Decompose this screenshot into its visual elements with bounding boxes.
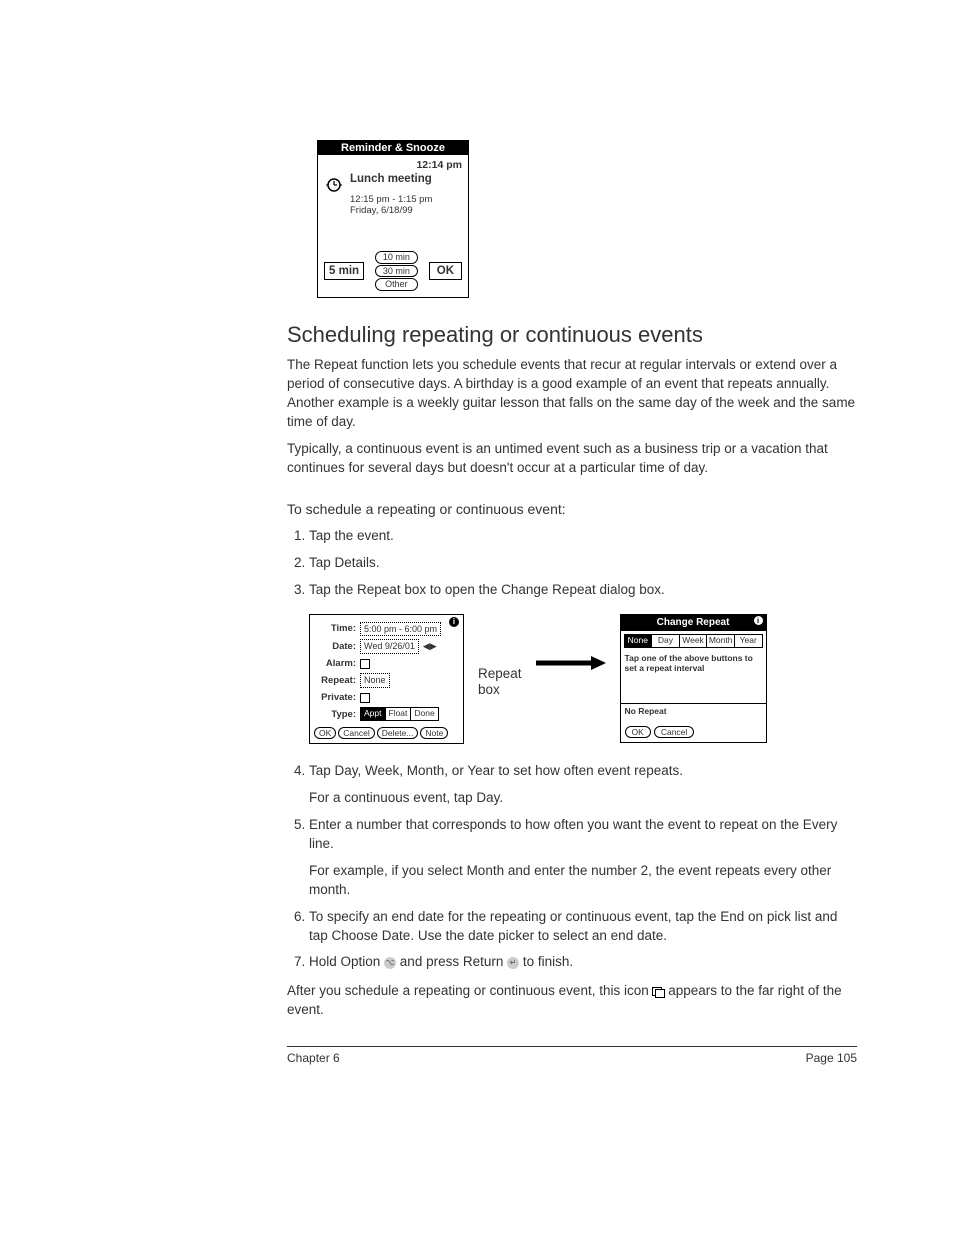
details-cancel-button[interactable]: Cancel — [338, 727, 374, 739]
footer-page: Page 105 — [806, 1051, 857, 1065]
step-7: Hold Option ⌥ and press Return ↵ to fini… — [309, 953, 857, 972]
details-delete-button[interactable]: Delete... — [377, 727, 419, 739]
change-repeat-ok-button[interactable]: OK — [625, 726, 651, 738]
closing-paragraph: After you schedule a repeating or contin… — [287, 982, 857, 1020]
page-footer: Chapter 6 Page 105 — [287, 1046, 857, 1065]
change-repeat-header: Change Repeat i — [621, 615, 766, 631]
procedure-subhead: To schedule a repeating or continuous ev… — [287, 500, 857, 520]
type-selector[interactable]: Appt Float Done — [360, 707, 439, 721]
details-note-button[interactable]: Note — [420, 727, 448, 739]
section-heading: Scheduling repeating or continuous event… — [287, 322, 857, 348]
snooze-other-button[interactable]: Other — [375, 278, 418, 291]
time-field[interactable]: 5:00 pm - 6:00 pm — [360, 622, 441, 637]
date-field[interactable]: Wed 9/26/01 — [360, 639, 419, 654]
info-icon: i — [449, 617, 459, 627]
repeat-field[interactable]: None — [360, 673, 390, 688]
step-1: Tap the event. — [309, 527, 857, 546]
no-repeat-label: No Repeat — [621, 703, 766, 724]
reminder-header: Reminder & Snooze — [318, 141, 468, 155]
repeat-box-callout: Repeat box — [478, 666, 522, 698]
reminder-snooze-figure: Reminder & Snooze 12:14 pm Lunch meeting… — [317, 140, 469, 298]
step-5: Enter a number that corresponds to how o… — [309, 816, 857, 900]
repeat-event-icon — [652, 987, 664, 997]
event-details-figure: i Time: 5:00 pm - 6:00 pm Date: Wed 9/26… — [309, 614, 464, 744]
snooze-10min-button[interactable]: 10 min — [375, 251, 418, 264]
snooze-30min-button[interactable]: 30 min — [375, 265, 418, 278]
change-repeat-hint: Tap one of the above buttons to set a re… — [621, 651, 766, 703]
intro-paragraph-2: Typically, a continuous event is an unti… — [287, 440, 857, 478]
reminder-title: Lunch meeting — [350, 173, 432, 185]
repeat-interval-tabs[interactable]: None Day Week Month Year — [624, 634, 763, 648]
footer-chapter: Chapter 6 — [287, 1051, 340, 1065]
private-checkbox[interactable] — [360, 693, 370, 703]
reminder-ok-button[interactable]: OK — [429, 262, 462, 280]
alarm-checkbox[interactable] — [360, 659, 370, 669]
return-key-icon: ↵ — [507, 957, 519, 969]
reminder-current-time: 12:14 pm — [324, 159, 462, 171]
step-5-note: For example, if you select Month and ent… — [309, 862, 857, 900]
option-key-icon: ⌥ — [384, 957, 396, 969]
step-3: Tap the Repeat box to open the Change Re… — [309, 581, 857, 744]
info-icon: i — [754, 616, 763, 625]
clock-icon — [324, 175, 344, 195]
step-4: Tap Day, Week, Month, or Year to set how… — [309, 762, 857, 808]
step-2: Tap Details. — [309, 554, 857, 573]
date-arrows-icon[interactable]: ◀▶ — [423, 640, 437, 653]
step-6: To specify an end date for the repeating… — [309, 908, 857, 946]
arrow-icon — [536, 654, 606, 678]
change-repeat-cancel-button[interactable]: Cancel — [654, 726, 694, 738]
snooze-5min-button[interactable]: 5 min — [324, 262, 364, 280]
intro-paragraph-1: The Repeat function lets you schedule ev… — [287, 356, 857, 432]
change-repeat-figure: Change Repeat i None Day Week Month Year… — [620, 614, 767, 743]
details-ok-button[interactable]: OK — [314, 727, 336, 739]
reminder-date: Friday, 6/18/99 — [350, 206, 462, 217]
step-4-note: For a continuous event, tap Day. — [309, 789, 857, 808]
